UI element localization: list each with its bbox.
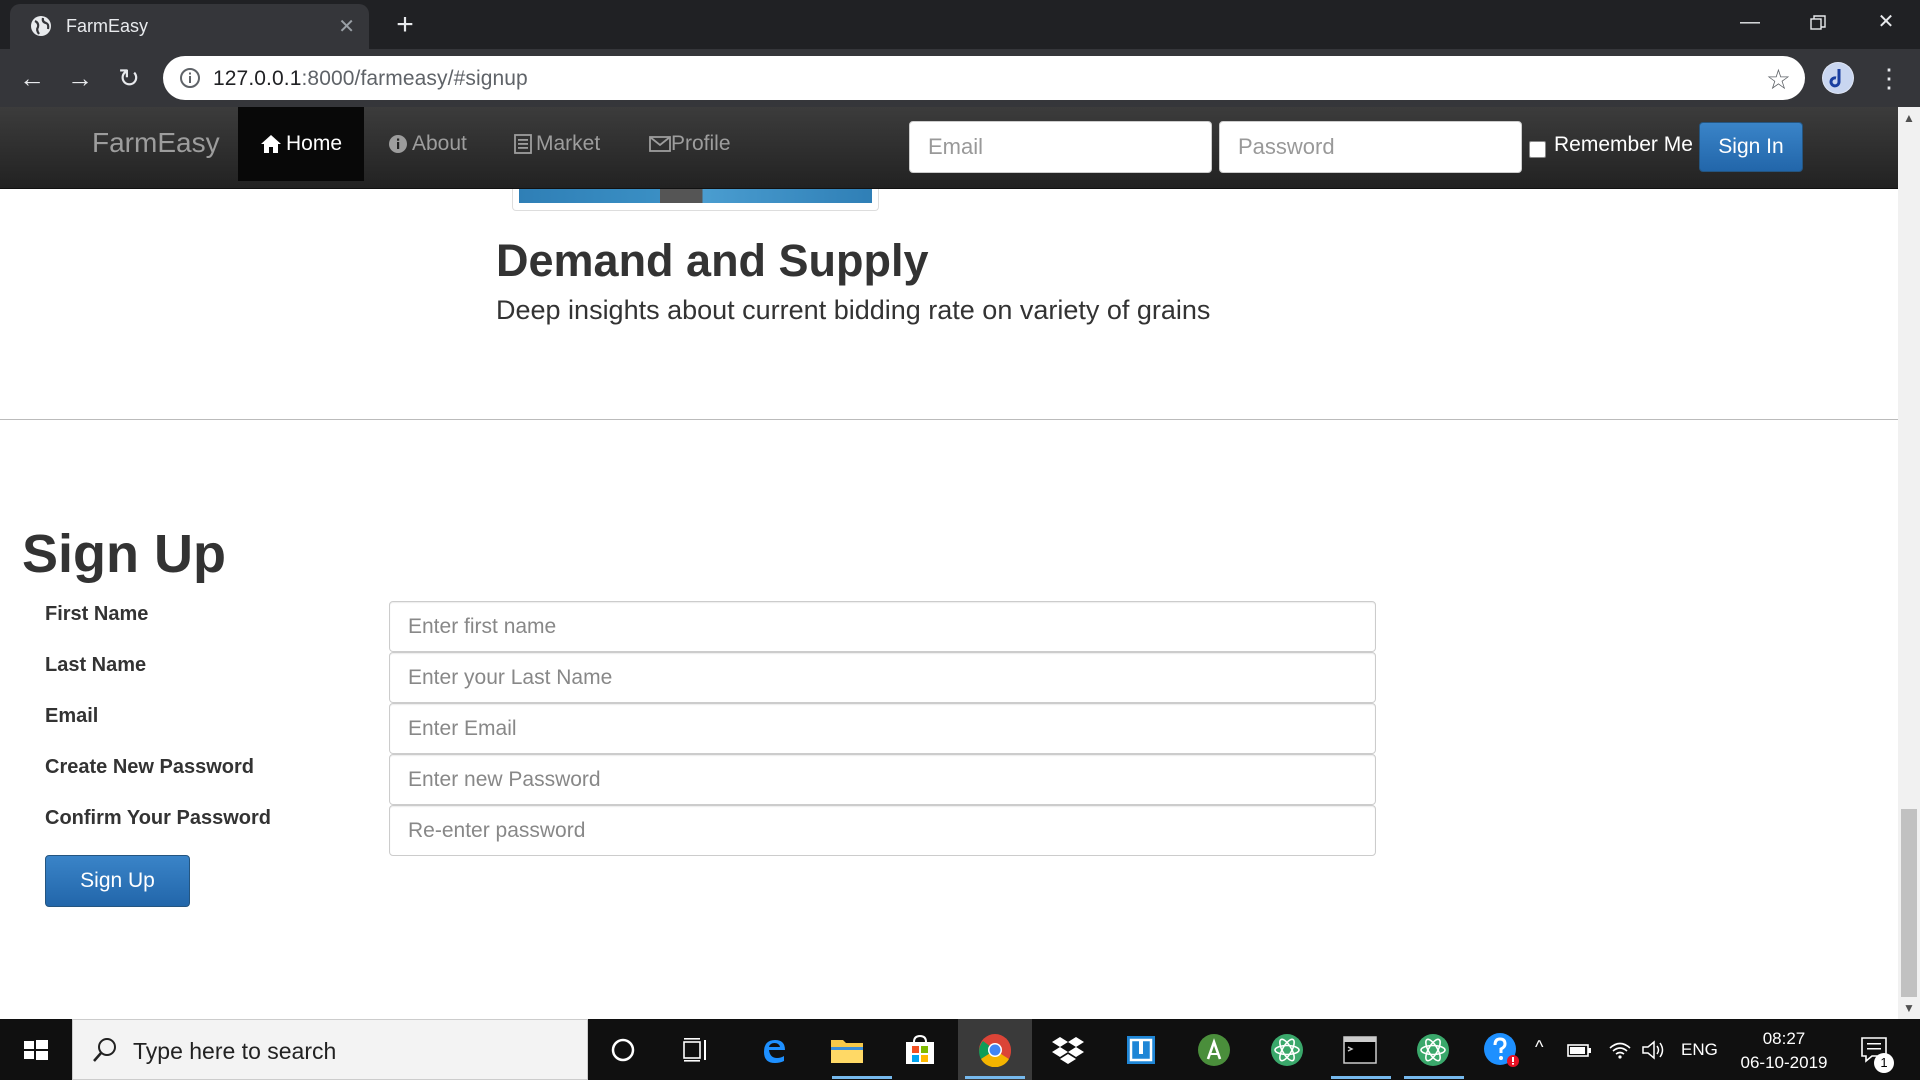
browser-tab-strip: FarmEasy ✕ + — ✕: [0, 0, 1920, 49]
taskbar-clock[interactable]: 08:27 06-10-2019: [1734, 1027, 1834, 1075]
nav-home[interactable]: Home: [238, 107, 365, 181]
file-explorer-icon[interactable]: [825, 1029, 869, 1071]
edge-browser-icon[interactable]: [752, 1029, 796, 1071]
android-studio-icon[interactable]: [1192, 1029, 1236, 1071]
browser-toolbar: ← → ↻ 127.0.0.1:8000/farmeasy/#signup ☆ …: [0, 49, 1920, 107]
file-explorer-running-indicator: [832, 1076, 892, 1079]
home-icon: [261, 135, 281, 154]
browser-tab[interactable]: FarmEasy ✕: [10, 4, 369, 49]
nav-about-label: About: [412, 132, 467, 155]
forward-arrow-icon[interactable]: →: [62, 61, 98, 95]
clock-date: 06-10-2019: [1740, 1053, 1828, 1072]
site-navbar: FarmEasy Home About Market Profile Remem…: [0, 107, 1898, 189]
chrome-running-indicator: [965, 1076, 1025, 1079]
new-password-label: Create New Password: [45, 756, 254, 778]
atom-editor-2-icon[interactable]: [1411, 1029, 1455, 1071]
nav-market-label: Market: [536, 132, 601, 155]
confirm-password-label: Confirm Your Password: [45, 807, 271, 829]
search-icon: [93, 1038, 116, 1062]
microsoft-store-icon[interactable]: [898, 1029, 942, 1071]
address-bar[interactable]: 127.0.0.1:8000/farmeasy/#signup ☆: [163, 56, 1805, 100]
speaker-volume-icon[interactable]: [1634, 1029, 1674, 1071]
login-email-input[interactable]: [909, 121, 1212, 173]
first-name-label: First Name: [45, 603, 149, 625]
nav-about[interactable]: About: [366, 107, 489, 181]
android-studio-bracket-icon[interactable]: [1119, 1029, 1163, 1071]
cortana-icon[interactable]: [601, 1029, 645, 1071]
page-scrollbar[interactable]: ▲ ▼: [1898, 107, 1920, 1019]
confirm-password-input[interactable]: [389, 805, 1376, 856]
last-name-label: Last Name: [45, 654, 147, 676]
info-circle-icon: [389, 135, 407, 154]
atom-running-indicator: [1404, 1076, 1464, 1079]
search-placeholder: Type here to search: [133, 1038, 337, 1064]
help-icon[interactable]: [1480, 1029, 1524, 1071]
back-arrow-icon[interactable]: ←: [14, 61, 50, 95]
first-name-input[interactable]: [389, 601, 1376, 652]
scroll-down-arrow-icon[interactable]: ▼: [1903, 1001, 1915, 1015]
url-text[interactable]: 127.0.0.1:8000/farmeasy/#signup: [213, 67, 528, 91]
email-input[interactable]: [389, 703, 1376, 754]
globe-icon: [31, 16, 51, 36]
dropbox-icon[interactable]: [1046, 1029, 1090, 1071]
nav-home-label: Home: [286, 132, 343, 155]
atom-editor-icon[interactable]: [1265, 1029, 1309, 1071]
feature-description: Deep insights about current bidding rate…: [496, 295, 1211, 325]
new-tab-button[interactable]: +: [384, 7, 426, 43]
menu-kebab-icon[interactable]: ⋮: [1876, 61, 1902, 95]
info-icon[interactable]: [179, 67, 201, 89]
url-path: :8000/farmeasy/#signup: [301, 67, 528, 90]
task-view-icon[interactable]: [674, 1029, 718, 1071]
profile-avatar[interactable]: [1822, 62, 1854, 94]
language-indicator[interactable]: ENG: [1681, 1040, 1718, 1060]
nav-profile-label: Profile: [671, 132, 731, 155]
notification-count-badge: 1: [1874, 1053, 1894, 1073]
feature-image: [519, 189, 872, 203]
envelope-icon: [649, 136, 671, 153]
remember-me-checkbox[interactable]: [1529, 141, 1546, 158]
windows-taskbar: Type here to search ^ ENG 08:27 06-10-20…: [0, 1019, 1920, 1080]
restore-icon[interactable]: [1784, 0, 1852, 44]
sign-in-button[interactable]: Sign In: [1699, 122, 1803, 172]
sign-up-button[interactable]: Sign Up: [45, 855, 190, 907]
terminal-running-indicator: [1331, 1076, 1391, 1079]
scrollbar-thumb[interactable]: [1901, 809, 1917, 997]
list-icon: [514, 134, 532, 155]
close-tab-icon[interactable]: ✕: [338, 14, 355, 39]
tab-title: FarmEasy: [66, 16, 149, 36]
url-host: 127.0.0.1: [213, 67, 302, 90]
email-label: Email: [45, 705, 99, 727]
bookmark-star-icon[interactable]: ☆: [1766, 63, 1791, 96]
brand-logo[interactable]: FarmEasy: [92, 127, 220, 159]
taskbar-search-box[interactable]: Type here to search: [72, 1019, 588, 1080]
close-window-icon[interactable]: ✕: [1852, 0, 1920, 44]
scroll-up-arrow-icon[interactable]: ▲: [1903, 111, 1915, 125]
feature-image-thumbnail: [512, 189, 879, 211]
nav-profile[interactable]: Profile: [627, 107, 753, 181]
clock-time: 08:27: [1762, 1029, 1806, 1048]
minimize-icon[interactable]: —: [1716, 0, 1784, 44]
new-password-input[interactable]: [389, 754, 1376, 805]
nav-market[interactable]: Market: [492, 107, 622, 181]
terminal-icon[interactable]: [1338, 1029, 1382, 1071]
page-viewport: FarmEasy Home About Market Profile Remem…: [0, 107, 1920, 1019]
section-divider: [0, 419, 1898, 420]
login-password-input[interactable]: [1219, 121, 1522, 173]
start-button[interactable]: [0, 1019, 72, 1080]
chrome-icon[interactable]: [973, 1029, 1017, 1071]
battery-icon[interactable]: [1560, 1029, 1600, 1071]
feature-heading: Demand and Supply: [496, 235, 929, 286]
reload-icon[interactable]: ↻: [111, 61, 147, 95]
windows-logo-icon: [24, 1040, 48, 1060]
signup-title: Sign Up: [22, 524, 226, 584]
chevron-up-icon[interactable]: ^: [1535, 1037, 1543, 1058]
last-name-input[interactable]: [389, 652, 1376, 703]
remember-me-label: Remember Me: [1554, 133, 1693, 156]
